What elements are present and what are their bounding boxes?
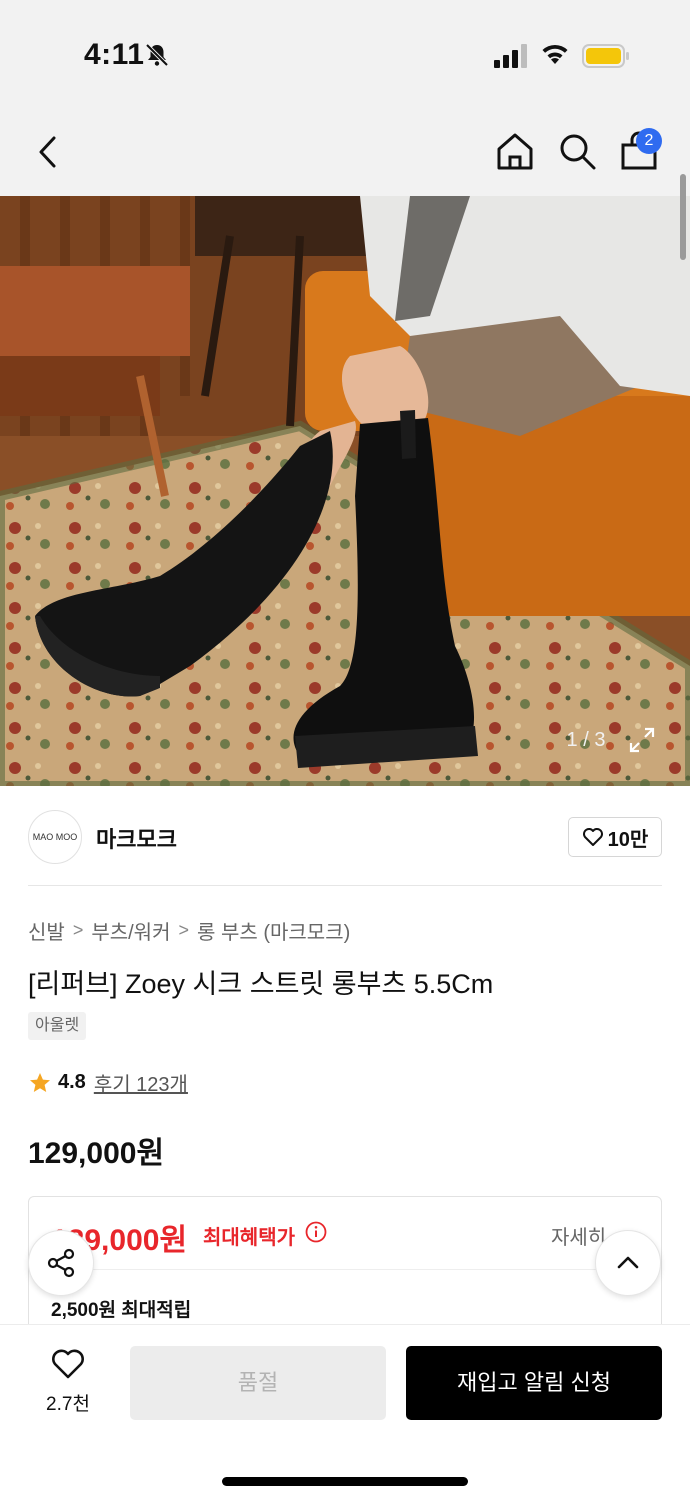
scrollbar[interactable] <box>680 174 686 260</box>
brand-name[interactable]: 마크모크 <box>96 822 177 854</box>
chevron-up-icon <box>617 1256 639 1269</box>
search-icon[interactable] <box>556 130 598 172</box>
heart-icon <box>582 828 603 846</box>
max-points: 2,500원 최대적립 <box>51 1300 192 1321</box>
product-image[interactable] <box>0 196 690 786</box>
info-icon[interactable] <box>305 1221 327 1243</box>
outlet-tag: 아울렛 <box>28 1012 87 1040</box>
chevron-right-icon: > <box>72 920 84 940</box>
detail-link[interactable]: 자세히 <box>551 1221 606 1250</box>
breadcrumb-item[interactable]: 신발 <box>28 916 65 945</box>
restock-alert-button[interactable]: 재입고 알림 신청 <box>406 1346 662 1420</box>
divider <box>51 1269 641 1270</box>
soldout-button[interactable]: 품절 <box>130 1346 386 1420</box>
battery-icon <box>582 44 629 68</box>
back-arrow-icon[interactable] <box>30 132 66 172</box>
heart-icon <box>52 1349 84 1379</box>
home-indicator <box>222 1477 468 1486</box>
scroll-top-button[interactable] <box>595 1230 661 1296</box>
share-icon <box>47 1248 75 1278</box>
bell-slash-icon <box>145 43 169 67</box>
max-benefit-label: 최대혜택가 <box>203 1227 295 1249</box>
brand-logo[interactable]: MAO MOO <box>28 810 82 864</box>
wifi-icon <box>542 44 568 64</box>
cart-count-badge: 2 <box>636 128 662 154</box>
product-price: 129,000원 <box>28 1137 165 1170</box>
product-photo <box>0 196 690 786</box>
breadcrumb-item[interactable]: 롱 부츠 (마크모크) <box>197 916 350 945</box>
brand-like-button[interactable]: 10만 <box>568 817 662 857</box>
star-icon <box>30 1072 50 1092</box>
breadcrumb: 신발 > 부츠/워커 > 롱 부츠 (마크모크) <box>28 916 350 945</box>
chevron-right-icon: > <box>178 920 190 940</box>
divider <box>28 885 662 886</box>
wishlist-count: 2.7천 <box>46 1394 90 1415</box>
rating-score: 4.8 <box>58 1071 86 1093</box>
rating-row: 4.8 후기 123개 <box>28 1068 188 1097</box>
top-navigation <box>0 110 690 196</box>
image-counter: 1 / 3 <box>566 729 606 751</box>
status-bar: 4:11 <box>0 0 690 110</box>
wishlist-button[interactable]: 2.7천 <box>30 1348 106 1416</box>
cellular-signal-icon <box>494 44 527 68</box>
product-title: [리퍼브] Zoey 시크 스트릿 롱부츠 5.5Cm <box>28 969 494 999</box>
brand-like-count: 10만 <box>607 828 649 851</box>
status-time: 4:11 <box>84 38 145 71</box>
home-icon[interactable] <box>494 130 536 172</box>
share-button[interactable] <box>28 1230 94 1296</box>
expand-icon[interactable] <box>626 724 658 756</box>
review-link[interactable]: 후기 123개 <box>94 1068 188 1097</box>
breadcrumb-item[interactable]: 부츠/워커 <box>91 916 170 945</box>
